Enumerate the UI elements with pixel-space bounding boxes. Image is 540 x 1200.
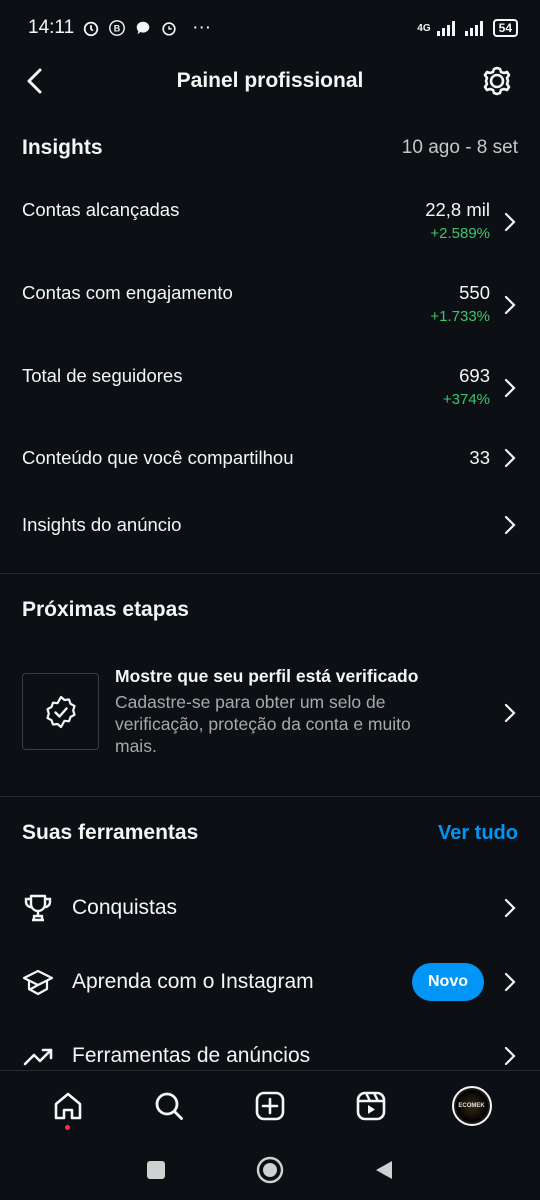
search-icon — [155, 1092, 184, 1120]
bottom-nav: ECOMEK — [0, 1070, 540, 1140]
back-triangle-icon[interactable] — [372, 1158, 396, 1182]
insight-label: Contas alcançadas — [22, 199, 180, 220]
network-type: 4G — [417, 22, 431, 34]
signal-icon-2 — [464, 21, 483, 36]
tool-label: Aprenda com o Instagram — [72, 970, 314, 993]
nav-profile[interactable]: ECOMEK — [444, 1078, 500, 1134]
tool-item-learn[interactable]: Aprenda com o Instagram Novo — [0, 952, 540, 1012]
graduation-cap-icon — [22, 969, 54, 996]
section-divider — [0, 573, 540, 574]
section-divider — [0, 796, 540, 797]
chevron-right-icon — [504, 212, 516, 232]
verified-badge-box — [22, 673, 99, 750]
insight-delta: +1.733% — [430, 308, 490, 325]
profile-avatar: ECOMEK — [451, 1085, 492, 1126]
nav-create[interactable] — [242, 1078, 298, 1134]
status-more: ··· — [192, 17, 212, 38]
home-icon — [55, 1092, 82, 1119]
create-icon — [255, 1091, 285, 1120]
nav-search[interactable] — [141, 1078, 197, 1134]
insight-value: 550 — [459, 282, 490, 303]
insight-label: Contas com engajamento — [22, 282, 233, 303]
insight-delta: +374% — [442, 391, 490, 408]
nav-reels[interactable] — [343, 1078, 399, 1134]
card-description: Cadastre-se para obter um selo de verifi… — [115, 692, 411, 756]
avatar-logo: ECOMEK — [455, 1089, 488, 1122]
insight-delta: +2.589% — [430, 225, 490, 242]
chevron-right-icon — [504, 1046, 516, 1066]
card-title: Mostre que seu perfil está verificado — [115, 666, 419, 686]
chevron-right-icon — [504, 295, 516, 315]
recent-apps-icon[interactable] — [144, 1158, 168, 1182]
b-notification-icon: B — [109, 20, 126, 36]
home-button-icon[interactable] — [256, 1156, 284, 1184]
insight-label: Conteúdo que você compartilhou — [22, 447, 294, 468]
tool-label: Conquistas — [72, 896, 178, 919]
next-steps-title: Próximas etapas — [22, 598, 189, 621]
battery-indicator: 54 — [492, 19, 518, 37]
page-title: Painel profissional — [176, 69, 364, 92]
reels-icon — [356, 1091, 386, 1120]
insight-value: 22,8 mil — [425, 199, 490, 220]
signal-icon — [436, 21, 455, 36]
insights-title: Insights — [22, 136, 103, 159]
alarm-icon — [83, 21, 99, 37]
tool-item-achievements[interactable]: Conquistas — [0, 878, 540, 938]
chevron-right-icon — [504, 898, 516, 918]
insight-label: Insights do anúncio — [22, 514, 182, 535]
chevron-right-icon — [504, 378, 516, 398]
nav-home[interactable] — [40, 1078, 96, 1134]
insight-label: Total de seguidores — [22, 365, 183, 386]
trending-up-icon — [23, 1048, 53, 1066]
header: Painel profissional — [0, 56, 540, 106]
insight-row-content[interactable]: Conteúdo que você compartilhou 33 — [0, 447, 540, 469]
tool-label: Ferramentas de anúncios — [72, 1044, 311, 1067]
insight-row-ads[interactable]: Insights do anúncio — [0, 514, 540, 536]
see-all-link[interactable]: Ver tudo — [438, 822, 518, 845]
chevron-right-icon — [504, 515, 516, 535]
notification-dot — [65, 1124, 71, 1130]
insight-row-reached[interactable]: Contas alcançadas 22,8 mil +2.589% — [0, 199, 540, 242]
verified-badge-icon — [45, 695, 76, 728]
tools-title: Suas ferramentas — [22, 821, 199, 844]
chevron-right-icon — [504, 448, 516, 468]
insight-value: 33 — [469, 447, 490, 468]
insight-row-followers[interactable]: Total de seguidores 693 +374% — [0, 365, 540, 408]
trophy-icon — [24, 894, 52, 922]
new-badge: Novo — [412, 963, 484, 1001]
verification-card[interactable]: Mostre que seu perfil está verificado Ca… — [22, 664, 518, 759]
chevron-right-icon — [504, 972, 516, 992]
insight-value: 693 — [459, 365, 490, 386]
system-nav-bar — [0, 1140, 540, 1200]
chevron-right-icon — [504, 703, 516, 723]
date-range[interactable]: 10 ago - 8 set — [402, 137, 518, 159]
settings-gear-icon[interactable] — [480, 64, 514, 98]
status-time: 14:11 — [28, 17, 75, 38]
chat-bubble-icon — [136, 21, 150, 35]
insight-row-engaged[interactable]: Contas com engajamento 550 +1.733% — [0, 282, 540, 325]
status-bar: 14:11 B ··· 4G 54 — [0, 0, 540, 56]
svg-text:B: B — [114, 24, 121, 34]
back-arrow-icon[interactable] — [20, 65, 52, 97]
alarm-clock-icon — [162, 22, 176, 36]
